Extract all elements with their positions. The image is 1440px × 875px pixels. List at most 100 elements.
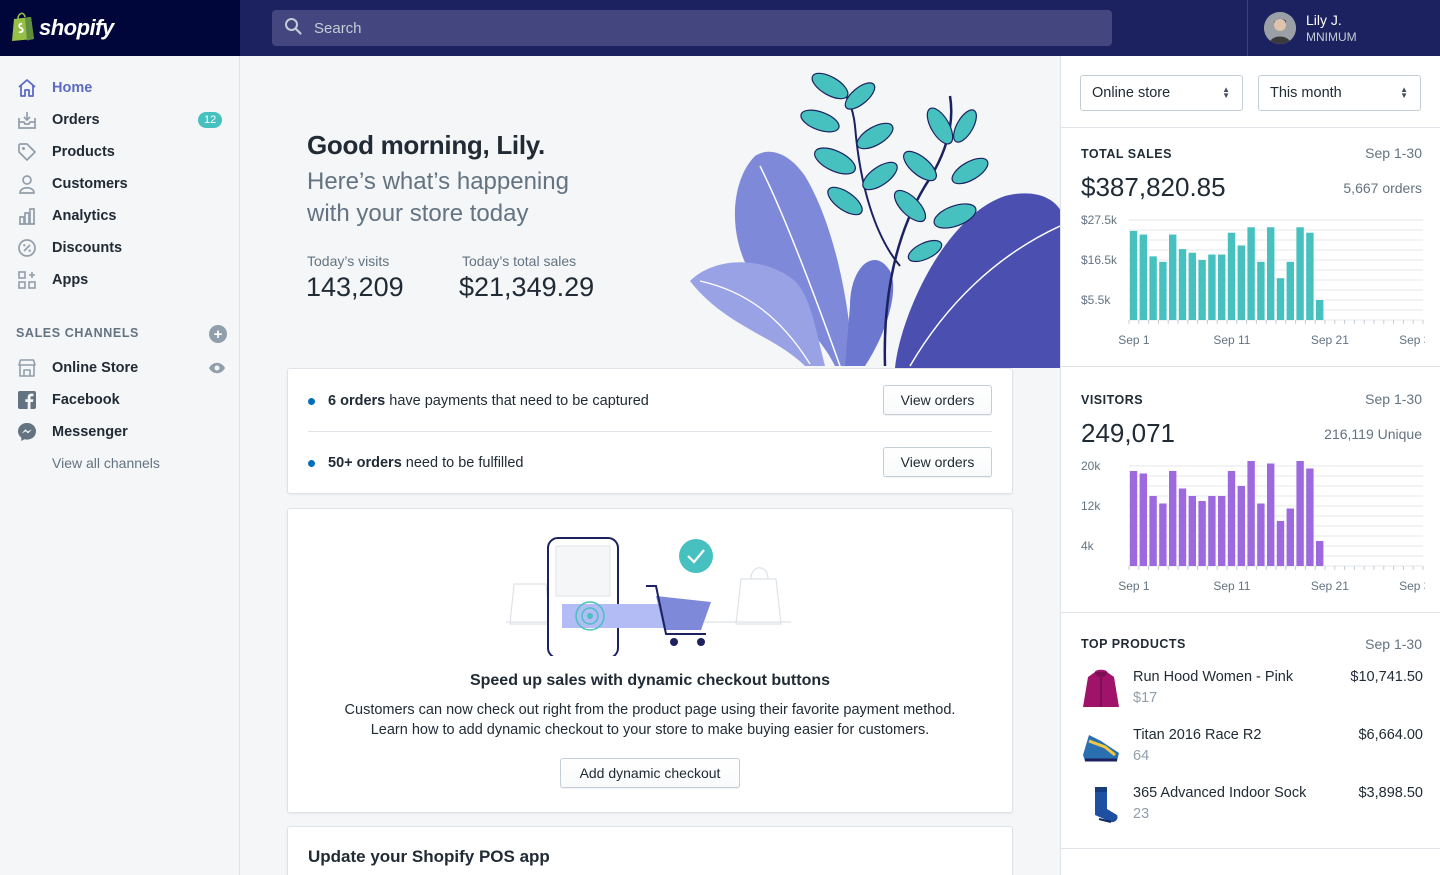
x-tick-label: Sep 11 bbox=[1213, 333, 1250, 347]
plant-illustration bbox=[685, 66, 1060, 373]
user-menu[interactable]: Lily J. MNIMUM bbox=[1247, 0, 1440, 56]
top-bar: shopify Lily J. MNIMUM bbox=[0, 0, 1440, 56]
x-tick-label: Sep 1 bbox=[1118, 579, 1150, 593]
bar bbox=[1276, 278, 1285, 320]
total-sales-value: $387,820.85 bbox=[1081, 172, 1226, 202]
total-sales-chart: $27.5k $16.5k $5.5k Sep 1 Sep 11 Sep 21 Sep 30 bbox=[1081, 213, 1425, 347]
product-sales: $6,664.00 bbox=[1358, 727, 1423, 743]
brand-name: shopify bbox=[39, 15, 114, 40]
bar bbox=[1129, 471, 1138, 566]
divider bbox=[1061, 366, 1440, 367]
home-icon bbox=[16, 77, 38, 99]
sidebar-item-home[interactable]: Home bbox=[0, 72, 239, 104]
top-products-heading: TOP PRODUCTS bbox=[1081, 637, 1186, 651]
bar bbox=[1276, 521, 1285, 566]
sidebar-item-label: Orders bbox=[52, 112, 100, 128]
product-sales: $3,898.50 bbox=[1358, 785, 1423, 801]
bar bbox=[1316, 541, 1324, 566]
sidebar-item-customers[interactable]: Customers bbox=[0, 168, 239, 200]
bar bbox=[1237, 486, 1245, 566]
search-input[interactable] bbox=[314, 19, 1074, 37]
sidebar-item-products[interactable]: Products bbox=[0, 136, 239, 168]
sidebar-item-label: Customers bbox=[52, 176, 128, 192]
total-sales-orders: 5,667 orders bbox=[1343, 180, 1422, 196]
store-icon bbox=[16, 357, 38, 379]
add-dynamic-checkout-button[interactable]: Add dynamic checkout bbox=[560, 758, 740, 788]
list-item[interactable]: Run Hood Women - Pink $17 $10,741.50 bbox=[1081, 669, 1423, 719]
bar bbox=[1306, 232, 1314, 320]
bar bbox=[1208, 254, 1216, 320]
sidebar-item-discounts[interactable]: Discounts bbox=[0, 232, 239, 264]
list-item[interactable]: Titan 2016 Race R2 64 $6,664.00 bbox=[1081, 727, 1423, 777]
y-tick-label: $27.5k bbox=[1081, 213, 1118, 227]
visits-value: 143,209 bbox=[306, 272, 404, 302]
period-select[interactable]: This month ▲ ▼ bbox=[1258, 75, 1421, 111]
list-item: 6 orders have payments that need to be c… bbox=[308, 370, 992, 432]
view-orders-button[interactable]: View orders bbox=[883, 385, 992, 415]
bar bbox=[1169, 234, 1177, 320]
visitors-heading: VISITORS bbox=[1081, 393, 1144, 407]
bar bbox=[1159, 261, 1167, 320]
sidebar-item-online-store[interactable]: Online Store bbox=[0, 352, 239, 384]
promo-title: Speed up sales with dynamic checkout but… bbox=[469, 672, 831, 689]
hoodie-icon bbox=[1081, 669, 1121, 709]
sidebar-item-apps[interactable]: Apps bbox=[0, 264, 239, 296]
task-count: 50+ orders bbox=[328, 455, 402, 471]
sidebar-item-label: Discounts bbox=[52, 240, 123, 256]
messenger-icon bbox=[16, 421, 38, 443]
shopify-bag-icon bbox=[10, 11, 36, 46]
sidebar-item-analytics[interactable]: Analytics bbox=[0, 200, 239, 232]
bar bbox=[1267, 227, 1275, 320]
visitors-unique: 216,119 Unique bbox=[1324, 426, 1422, 442]
sidebar-item-orders[interactable]: Orders 12 bbox=[0, 104, 239, 136]
sidebar-item-facebook[interactable]: Facebook bbox=[0, 384, 239, 416]
task-text: need to be fulfilled bbox=[401, 455, 524, 471]
sidebar-item-messenger[interactable]: Messenger bbox=[0, 416, 239, 448]
sales-channels-heading: SALES CHANNELS bbox=[16, 326, 139, 340]
channel-select[interactable]: Online store ▲ ▼ bbox=[1080, 75, 1243, 111]
tasks-card: 6 orders have payments that need to be c… bbox=[287, 368, 1013, 494]
eye-icon[interactable] bbox=[208, 361, 226, 380]
bar bbox=[1188, 252, 1196, 320]
search-icon bbox=[284, 17, 302, 40]
visitors-value: 249,071 bbox=[1081, 418, 1175, 448]
sidebar-item-label: Messenger bbox=[52, 424, 128, 440]
x-tick-label: Sep 1 bbox=[1118, 333, 1150, 347]
view-orders-button[interactable]: View orders bbox=[883, 447, 992, 477]
shopify-logo[interactable]: shopify bbox=[0, 0, 240, 56]
task-count: 6 orders bbox=[328, 393, 386, 409]
promo-body: Customers can now check out right from t… bbox=[288, 700, 1012, 740]
bar bbox=[1149, 496, 1157, 566]
bar bbox=[1208, 496, 1216, 566]
list-item[interactable]: 365 Advanced Indoor Sock 23 $3,898.50 bbox=[1081, 785, 1423, 835]
orders-icon bbox=[16, 109, 38, 131]
list-item: 50+ orders need to be fulfilled View ord… bbox=[308, 432, 992, 494]
bar bbox=[1169, 471, 1177, 566]
divider bbox=[1061, 612, 1440, 613]
bar bbox=[1198, 260, 1206, 320]
add-channel-button[interactable]: + bbox=[209, 325, 227, 343]
select-arrows-icon: ▲ ▼ bbox=[1222, 85, 1230, 100]
select-arrows-icon: ▲ ▼ bbox=[1400, 85, 1408, 100]
person-icon bbox=[16, 173, 38, 195]
bar bbox=[1198, 501, 1206, 566]
pos-update-card: Update your Shopify POS app bbox=[287, 826, 1013, 875]
x-tick-label: Sep 21 bbox=[1311, 579, 1349, 593]
sidebar-item-label: Online Store bbox=[52, 360, 139, 376]
bar bbox=[1227, 471, 1236, 566]
analytics-panel: Online store ▲ ▼ This month ▲ ▼ TOTAL SALE… bbox=[1060, 56, 1440, 875]
x-tick-label: Sep 11 bbox=[1213, 579, 1250, 593]
search-bar[interactable] bbox=[272, 10, 1112, 46]
bar bbox=[1178, 488, 1187, 566]
promo-body-line: Customers can now check out right from t… bbox=[344, 702, 956, 718]
pos-card-title: Update your Shopify POS app bbox=[308, 847, 550, 866]
total-sales-range: Sep 1-30 bbox=[1365, 145, 1422, 161]
bar bbox=[1286, 261, 1294, 320]
sidebar-item-label: Home bbox=[52, 80, 93, 96]
bar bbox=[1227, 232, 1236, 320]
product-qty: 64 bbox=[1133, 748, 1150, 764]
view-all-channels-link[interactable]: View all channels bbox=[52, 455, 160, 471]
product-name: Titan 2016 Race R2 bbox=[1133, 727, 1262, 743]
greeting-title: Good morning, Lily. bbox=[307, 130, 545, 160]
visits-label: Today’s visits bbox=[307, 253, 390, 269]
